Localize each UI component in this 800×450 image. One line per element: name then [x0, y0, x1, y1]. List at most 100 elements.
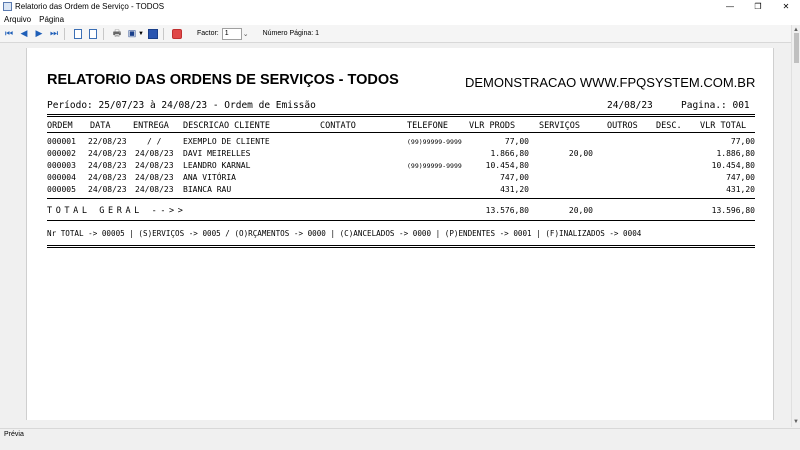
row-vlr-total: 10.454,80: [711, 161, 755, 170]
prev-page-icon[interactable]: ◀: [18, 28, 30, 40]
total-vlr-total: 13.596,80: [711, 206, 755, 215]
divider: [47, 116, 755, 117]
scroll-thumb[interactable]: [794, 33, 799, 63]
total-servicos: 20,00: [568, 206, 593, 215]
report-title: RELATORIO DAS ORDENS DE SERVIÇOS - TODOS: [47, 72, 399, 88]
divider: [47, 198, 755, 199]
row-vlr-prods: 10.454,80: [485, 161, 529, 170]
last-page-icon[interactable]: ⏭: [48, 28, 60, 40]
report-period: Período: 25/07/23 à 24/08/23 - Ordem de …: [47, 100, 316, 111]
row-vlr-total: 747,00: [726, 173, 755, 182]
row-data: 24/08/23: [88, 161, 127, 170]
row-cliente: EXEMPLO DE CLIENTE: [183, 137, 270, 146]
total-label: TOTAL GERAL -->>: [47, 206, 187, 216]
window-title: Relatorio das Ordem de Serviço - TODOS: [15, 2, 165, 11]
divider: [47, 245, 755, 246]
factor-label: Factor:: [196, 30, 219, 37]
vertical-scrollbar[interactable]: ▲ ▼: [791, 25, 800, 427]
status-text: Prévia: [4, 431, 24, 438]
toolbar-separator: [64, 27, 65, 40]
col-entrega: ENTREGA: [133, 121, 169, 131]
col-telefone: TELEFONE: [407, 121, 448, 131]
row-cliente: BIANCA RAU: [183, 185, 232, 194]
preview-area: RELATORIO DAS ORDENS DE SERVIÇOS - TODOS…: [0, 44, 791, 427]
window-controls: — ❐ ✕: [716, 0, 800, 13]
two-pages-icon[interactable]: [87, 28, 99, 40]
col-descricao: DESCRICAO CLIENTE: [183, 121, 270, 131]
menu-pagina[interactable]: Página: [35, 15, 68, 24]
factor-value: 1: [224, 29, 229, 37]
app-icon: [3, 2, 12, 11]
save-icon[interactable]: ▣: [126, 28, 138, 40]
first-page-icon[interactable]: ⏮: [3, 28, 15, 40]
row-ordem: 000002: [47, 149, 76, 158]
row-vlr-total: 77,00: [730, 137, 755, 146]
row-entrega: 24/08/23: [135, 149, 174, 158]
col-contato: CONTATO: [320, 121, 356, 131]
bottom-strip: [0, 440, 800, 450]
row-telefone: (99)99999-9999: [407, 162, 462, 170]
row-data: 24/08/23: [88, 185, 127, 194]
row-entrega: 24/08/23: [135, 161, 174, 170]
factor-select[interactable]: 1: [221, 27, 242, 40]
col-desc: DESC.: [656, 121, 682, 131]
status-bar: Prévia: [0, 428, 800, 440]
row-vlr-total: 1.886,80: [716, 149, 755, 158]
print-date: 24/08/23: [607, 100, 653, 111]
minimize-button[interactable]: —: [716, 0, 744, 13]
next-page-icon[interactable]: ▶: [33, 28, 45, 40]
company-name: DEMONSTRACAO WWW.FPQSYSTEM.COM.BR: [465, 75, 756, 90]
maximize-button[interactable]: ❐: [744, 0, 772, 13]
col-vlr-prods: VLR PRODS: [469, 121, 516, 131]
row-data: 24/08/23: [88, 173, 127, 182]
summary-line: Nr TOTAL -> 00005 | (S)ERVIÇOS -> 0005 /…: [47, 229, 642, 238]
row-data: 22/08/23: [88, 137, 127, 146]
row-servicos: 20,00: [568, 149, 593, 158]
row-telefone: (99)99999-9999: [407, 138, 462, 146]
col-ordem: ORDEM: [47, 121, 73, 131]
row-vlr-prods: 431,20: [500, 185, 529, 194]
row-entrega: 24/08/23: [135, 173, 174, 182]
row-vlr-prods: 747,00: [500, 173, 529, 182]
report-page: RELATORIO DAS ORDENS DE SERVIÇOS - TODOS…: [26, 48, 774, 427]
close-button[interactable]: ✕: [772, 0, 800, 13]
title-bar: Relatorio das Ordem de Serviço - TODOS —…: [0, 0, 800, 13]
toolbar-separator: [162, 27, 164, 40]
chevron-down-icon[interactable]: ⌄: [243, 30, 249, 38]
total-vlr-prods: 13.576,80: [485, 206, 529, 215]
toolbar: ⏮ ◀ ▶ ⏭ 🖶 ▣ ▼ Factor: 1 ⌄ Número Página:…: [0, 25, 800, 43]
col-vlr-total: VLR TOTAL: [700, 121, 747, 131]
row-entrega: / /: [147, 137, 162, 146]
single-page-icon[interactable]: [72, 28, 84, 40]
col-outros: OUTROS: [607, 121, 638, 131]
divider: [47, 247, 755, 248]
export-icon[interactable]: [147, 28, 159, 40]
print-icon[interactable]: 🖶: [111, 28, 123, 40]
row-ordem: 000003: [47, 161, 76, 170]
col-servicos: SERVIÇOS: [539, 121, 580, 131]
divider: [47, 220, 755, 221]
app-window: Relatorio das Ordem de Serviço - TODOS —…: [0, 0, 800, 450]
row-ordem: 000005: [47, 185, 76, 194]
col-data: DATA: [90, 121, 111, 131]
row-cliente: ANA VITÓRIA: [183, 173, 236, 182]
row-entrega: 24/08/23: [135, 185, 174, 194]
row-cliente: DAVI MEIRELLES: [183, 149, 251, 158]
page-indicator: Pagina.: 001: [681, 100, 750, 111]
menu-arquivo[interactable]: Arquivo: [0, 15, 35, 24]
row-cliente: LEANDRO KARNAL: [183, 161, 251, 170]
scroll-down-icon[interactable]: ▼: [793, 419, 799, 425]
horizontal-scrollbar[interactable]: [0, 420, 791, 428]
row-vlr-total: 431,20: [726, 185, 755, 194]
row-ordem: 000004: [47, 173, 76, 182]
menu-bar: Arquivo Página: [0, 13, 800, 25]
row-data: 24/08/23: [88, 149, 127, 158]
divider: [47, 132, 755, 133]
row-vlr-prods: 77,00: [504, 137, 529, 146]
save-dropdown-icon[interactable]: ▼: [138, 31, 144, 37]
row-ordem: 000001: [47, 137, 76, 146]
divider: [47, 114, 755, 115]
toolbar-separator: [103, 27, 104, 40]
row-vlr-prods: 1.866,80: [490, 149, 529, 158]
close-preview-icon[interactable]: [171, 28, 183, 40]
